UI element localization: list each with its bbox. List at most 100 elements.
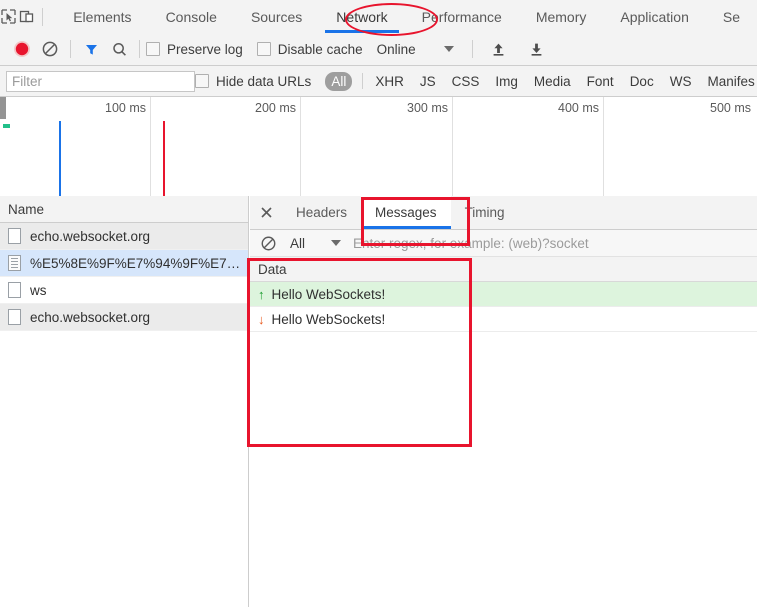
overview-tick-label: 400 ms bbox=[558, 101, 599, 115]
chevron-down-icon[interactable] bbox=[443, 46, 454, 52]
panel-tab-list: Elements Console Sources Network Perform… bbox=[56, 0, 757, 33]
chevron-down-icon[interactable] bbox=[331, 240, 342, 246]
toolbar-divider bbox=[70, 40, 71, 58]
overview-gridline bbox=[603, 97, 604, 196]
load-event-marker bbox=[163, 121, 165, 196]
search-icon[interactable] bbox=[105, 35, 133, 63]
tab-elements[interactable]: Elements bbox=[56, 0, 148, 33]
request-detail-pane: Headers Messages Timing All D bbox=[250, 196, 757, 607]
toolbar-divider bbox=[41, 7, 43, 26]
tab-security[interactable]: Se bbox=[706, 0, 757, 33]
overview-gridline bbox=[300, 97, 301, 196]
overview-window-grabber[interactable] bbox=[0, 97, 6, 119]
tab-performance[interactable]: Performance bbox=[405, 0, 519, 33]
tab-label: Elements bbox=[73, 8, 132, 25]
tab-label: Memory bbox=[535, 8, 587, 25]
request-name: ws bbox=[30, 282, 47, 298]
tab-label: Se bbox=[722, 8, 740, 25]
file-icon bbox=[8, 282, 21, 298]
overview-tick-label: 500 ms bbox=[710, 101, 751, 115]
export-har-icon[interactable] bbox=[523, 35, 551, 63]
disable-cache-checkbox[interactable]: Disable cache bbox=[256, 41, 363, 57]
tab-label: Timing bbox=[464, 205, 505, 220]
received-arrow-icon: ↓ bbox=[258, 311, 265, 327]
file-icon bbox=[8, 228, 21, 244]
list-item[interactable]: ↓ Hello WebSockets! bbox=[250, 307, 757, 332]
type-filter-manifest[interactable]: Manifes bbox=[701, 72, 757, 91]
tab-timing[interactable]: Timing bbox=[451, 196, 519, 229]
table-row[interactable]: %E5%8E%9F%E7%94%9F%E7… bbox=[0, 250, 248, 277]
filter-funnel-icon[interactable] bbox=[77, 35, 105, 63]
messages-column-header[interactable]: Data bbox=[250, 257, 757, 282]
table-row[interactable]: echo.websocket.org bbox=[0, 223, 248, 250]
toolbar-divider bbox=[471, 40, 473, 58]
type-filter-js[interactable]: JS bbox=[414, 72, 442, 91]
overview-tick-label: 200 ms bbox=[255, 101, 296, 115]
tab-label: Sources bbox=[250, 8, 303, 25]
file-icon bbox=[8, 309, 21, 325]
list-item[interactable]: ↑ Hello WebSockets! bbox=[250, 282, 757, 307]
type-filter-ws[interactable]: WS bbox=[664, 72, 698, 91]
request-name: echo.websocket.org bbox=[30, 309, 151, 325]
type-filter-css[interactable]: CSS bbox=[446, 72, 486, 91]
inspect-cursor-icon[interactable] bbox=[0, 3, 18, 31]
throttling-dropdown[interactable]: Online bbox=[377, 42, 454, 57]
type-filter-font[interactable]: Font bbox=[581, 72, 620, 91]
clear-icon[interactable] bbox=[258, 233, 278, 253]
tab-label: Application bbox=[620, 8, 689, 25]
tab-label: Headers bbox=[296, 205, 348, 220]
tab-application[interactable]: Application bbox=[603, 0, 706, 33]
message-type-dropdown[interactable]: All bbox=[290, 235, 342, 251]
table-row[interactable]: echo.websocket.org bbox=[0, 304, 248, 331]
dom-content-loaded-marker bbox=[59, 121, 61, 196]
hide-data-urls-label: Hide data URLs bbox=[216, 73, 312, 89]
type-filter-xhr[interactable]: XHR bbox=[369, 72, 410, 91]
tab-messages[interactable]: Messages bbox=[361, 196, 451, 229]
tab-memory[interactable]: Memory bbox=[519, 0, 604, 33]
record-circle-icon[interactable] bbox=[8, 35, 36, 63]
network-split-area: Name echo.websocket.org %E5%8E%9F%E7%94%… bbox=[0, 196, 757, 607]
request-name: %E5%8E%9F%E7%94%9F%E7… bbox=[30, 255, 241, 271]
checkbox-box[interactable] bbox=[195, 74, 209, 88]
overview-tick-label: 100 ms bbox=[105, 101, 146, 115]
import-har-icon[interactable] bbox=[485, 35, 513, 63]
hide-data-urls-checkbox[interactable]: Hide data URLs bbox=[195, 74, 311, 89]
message-type-value: All bbox=[290, 235, 306, 251]
document-icon bbox=[8, 255, 21, 271]
tab-headers[interactable]: Headers bbox=[282, 196, 361, 229]
tab-label: Performance bbox=[421, 8, 502, 25]
tab-network[interactable]: Network bbox=[319, 0, 404, 33]
column-header-data: Data bbox=[258, 261, 287, 277]
clear-icon[interactable] bbox=[36, 35, 64, 63]
checkbox-box[interactable] bbox=[256, 42, 271, 56]
tab-sources[interactable]: Sources bbox=[234, 0, 319, 33]
network-toolbar: Preserve log Disable cache Online bbox=[0, 33, 757, 66]
device-toolbar-icon[interactable] bbox=[18, 3, 36, 31]
disable-cache-label: Disable cache bbox=[277, 41, 363, 57]
type-filter-all[interactable]: All bbox=[325, 71, 353, 91]
filter-input[interactable] bbox=[6, 70, 195, 92]
overview-gridline bbox=[452, 97, 453, 196]
type-filter-doc[interactable]: Doc bbox=[624, 72, 660, 91]
tab-console[interactable]: Console bbox=[149, 0, 234, 33]
toolbar-divider bbox=[139, 40, 140, 58]
requests-pane: Name echo.websocket.org %E5%8E%9F%E7%94%… bbox=[0, 196, 249, 607]
network-overview-timeline[interactable]: 100 ms 200 ms 300 ms 400 ms 500 ms bbox=[0, 97, 757, 197]
request-name: echo.websocket.org bbox=[30, 228, 151, 244]
preserve-log-label: Preserve log bbox=[167, 41, 243, 57]
checkbox-box[interactable] bbox=[146, 42, 160, 56]
sent-arrow-icon: ↑ bbox=[258, 286, 265, 302]
type-filter-img[interactable]: Img bbox=[489, 72, 524, 91]
message-data: Hello WebSockets! bbox=[271, 311, 386, 327]
type-filter-media[interactable]: Media bbox=[528, 72, 577, 91]
close-icon[interactable] bbox=[250, 196, 282, 229]
table-row[interactable]: ws bbox=[0, 277, 248, 304]
messages-toolbar: All bbox=[250, 230, 757, 257]
tab-label: Console bbox=[165, 8, 217, 25]
message-regex-input[interactable] bbox=[351, 232, 757, 254]
overview-gridline bbox=[150, 97, 151, 196]
detail-tabbar: Headers Messages Timing bbox=[250, 196, 757, 230]
preserve-log-checkbox[interactable]: Preserve log bbox=[146, 42, 243, 57]
requests-column-header[interactable]: Name bbox=[0, 196, 248, 223]
throttling-value: Online bbox=[376, 41, 416, 57]
